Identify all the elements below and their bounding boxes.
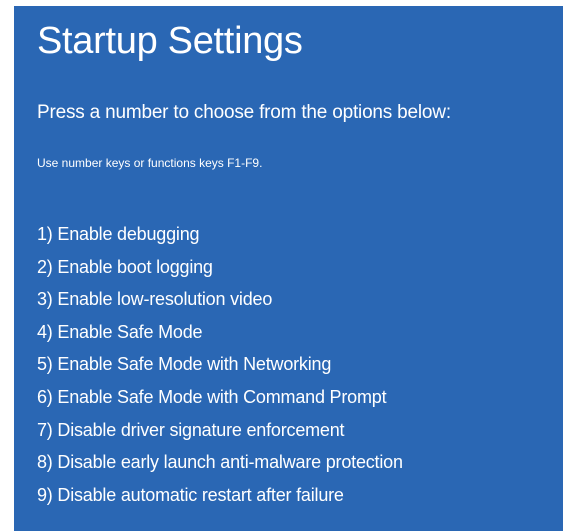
option-enable-safe-mode-networking[interactable]: 5) Enable Safe Mode with Networking xyxy=(37,348,403,381)
option-enable-boot-logging[interactable]: 2) Enable boot logging xyxy=(37,251,403,284)
instruction-text: Press a number to choose from the option… xyxy=(37,102,451,123)
option-disable-early-launch-anti-malware[interactable]: 8) Disable early launch anti-malware pro… xyxy=(37,446,403,479)
options-list: 1) Enable debugging 2) Enable boot loggi… xyxy=(37,218,403,511)
option-enable-low-resolution-video[interactable]: 3) Enable low-resolution video xyxy=(37,283,403,316)
option-disable-automatic-restart[interactable]: 9) Disable automatic restart after failu… xyxy=(37,479,403,512)
option-enable-safe-mode-command-prompt[interactable]: 6) Enable Safe Mode with Command Prompt xyxy=(37,381,403,414)
page-title: Startup Settings xyxy=(37,20,303,62)
option-enable-debugging[interactable]: 1) Enable debugging xyxy=(37,218,403,251)
option-enable-safe-mode[interactable]: 4) Enable Safe Mode xyxy=(37,316,403,349)
key-hint-text: Use number keys or functions keys F1-F9. xyxy=(37,156,263,170)
option-disable-driver-signature-enforcement[interactable]: 7) Disable driver signature enforcement xyxy=(37,414,403,447)
startup-settings-screen: Startup Settings Press a number to choos… xyxy=(14,6,563,531)
